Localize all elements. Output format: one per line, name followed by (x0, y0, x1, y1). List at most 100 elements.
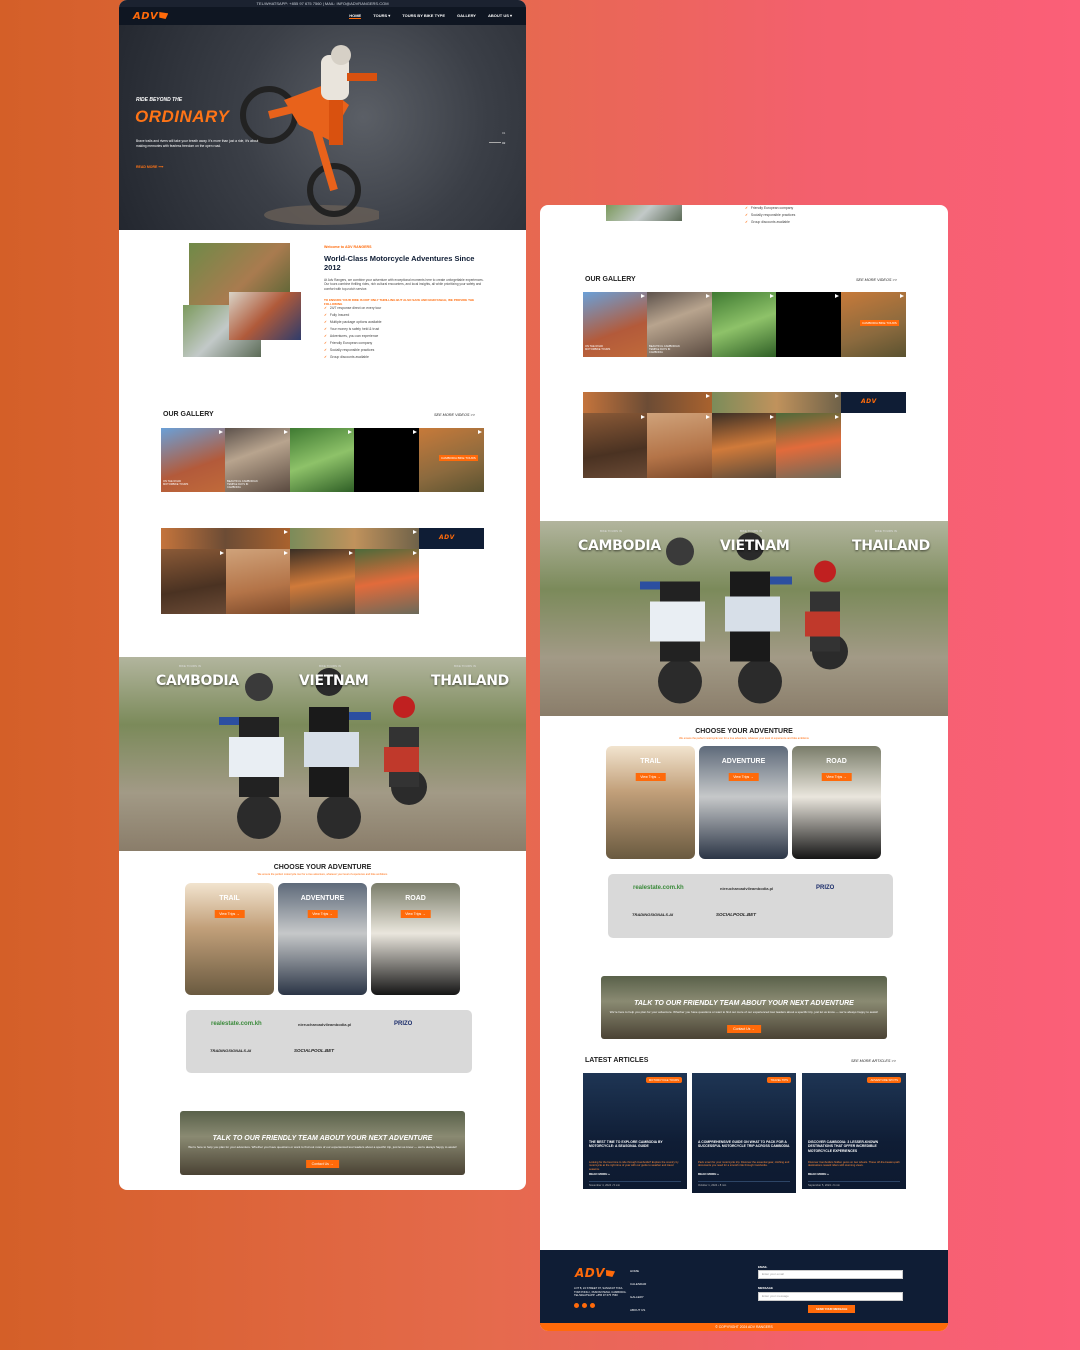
cta-title: TALK TO OUR FRIENDLY TEAM ABOUT YOUR NEX… (212, 1135, 433, 1142)
slide-divider (489, 142, 501, 143)
read-more-button[interactable]: READ MORE ⟶ (136, 165, 163, 169)
adventure-card-adventure[interactable]: ADVENTURE View Trips → (278, 883, 367, 995)
gallery-photo-tile[interactable] (583, 392, 712, 413)
check-item: ✓ Adventures, you can experience (324, 334, 379, 338)
footer-social-icons (574, 1303, 595, 1308)
footer-link-calendar[interactable]: CALENDAR (630, 1278, 646, 1291)
read-more-link[interactable]: READ MORE » (698, 1172, 719, 1176)
partner-realestate[interactable]: realestate.com.kh (211, 1021, 262, 1027)
country-vietnam[interactable]: VIETNAM (720, 538, 790, 554)
send-message-button[interactable]: SEND YOUR MESSAGE (808, 1305, 856, 1313)
play-icon (349, 551, 353, 555)
country-thailand[interactable]: THAILAND (431, 673, 509, 689)
adventure-card-trail[interactable]: TRAIL View Trips → (185, 883, 274, 995)
gallery-video-tile[interactable] (712, 292, 776, 357)
gallery-photo-tile[interactable] (226, 549, 290, 614)
nav-tours[interactable]: TOURS ▾ (373, 13, 390, 19)
email-field[interactable]: Enter your email (758, 1270, 903, 1279)
gallery-photo-tile[interactable] (290, 549, 355, 614)
message-field[interactable]: Enter your message (758, 1292, 903, 1301)
gallery-video-tile[interactable] (776, 292, 841, 357)
partner-tradingsignals[interactable]: TRADINGSIGNALS.AI (210, 1048, 251, 1053)
instagram-link[interactable]: INSTAGRAM (164, 238, 184, 242)
gallery-photo-tile[interactable] (647, 413, 712, 478)
country-cambodia[interactable]: CAMBODIA (156, 673, 239, 689)
article-card[interactable]: TRAVEL TIPS A COMPREHENSIVE GUIDE ON WHA… (692, 1073, 796, 1193)
view-trips-button[interactable]: View Trips → (307, 910, 338, 918)
view-trips-button[interactable]: View Trips → (728, 773, 759, 781)
gallery-photo-tile[interactable] (712, 413, 776, 478)
footer-link-about[interactable]: ABOUT US (630, 1304, 646, 1317)
adventure-card-road[interactable]: ROAD View Trips → (792, 746, 881, 859)
adventure-card-adventure[interactable]: ADVENTURE View Trips → (699, 746, 788, 859)
nav-about-us[interactable]: ABOUT US ▾ (488, 13, 512, 19)
adventure-subtitle: We ensure the perfect motorcycle tour fo… (679, 737, 809, 740)
facebook-icon[interactable] (574, 1303, 579, 1308)
gallery-photo-tile[interactable] (290, 528, 419, 549)
gallery-photo-tile[interactable] (161, 549, 226, 614)
see-more-articles-link[interactable]: SEE MORE ARTICLES >> (851, 1059, 896, 1063)
contact-us-button[interactable]: Contact Us → (727, 1025, 761, 1033)
gallery-photo-tile[interactable] (776, 413, 841, 478)
play-icon (284, 551, 288, 555)
youtube-icon[interactable] (590, 1303, 595, 1308)
footer-link-gallery[interactable]: GALLERY (630, 1291, 646, 1304)
view-trips-button[interactable]: View Trips → (821, 773, 852, 781)
see-more-videos-link[interactable]: SEE MORE VIDEOS >> (434, 413, 475, 417)
instagram-icon[interactable] (582, 1303, 587, 1308)
contact-us-button[interactable]: Contact Us → (305, 1160, 340, 1168)
footer-address: LOT 8, 24 STREET 97, SANGKAT TOUL TOM PO… (574, 1287, 627, 1298)
view-trips-button[interactable]: View Trips → (635, 773, 666, 781)
country-vietnam[interactable]: VIETNAM (299, 673, 369, 689)
partner-nieruchomosci[interactable]: nierucharoadvileambodia.pl (720, 886, 773, 891)
welcome-checklist-crop: ✓ Friendly European company ✓ Socially res… (745, 205, 795, 226)
article-card[interactable]: ADVENTURE SPOTS DISCOVER CAMBODIA: 3 LES… (802, 1073, 906, 1189)
youtube-link[interactable]: YOUTUBE (188, 238, 204, 242)
facebook-link[interactable]: FACEBOOK (140, 238, 159, 242)
play-icon (641, 294, 645, 298)
footer-link-home[interactable]: HOME (630, 1265, 646, 1278)
gallery-logo-tile[interactable]: ADV (841, 392, 906, 413)
hero-section: RIDE BEYOND THE ORDINARY Brave trails an… (119, 25, 526, 242)
gallery-photo-tile[interactable] (712, 392, 841, 413)
gallery-video-tile[interactable] (354, 428, 419, 492)
gallery-video-tile[interactable] (290, 428, 354, 492)
cta-title: TALK TO OUR FRIENDLY TEAM ABOUT YOUR NEX… (634, 1000, 854, 1007)
play-icon (413, 430, 417, 434)
logo[interactable]: ADV (133, 11, 169, 22)
nav-home[interactable]: HOME (349, 13, 362, 19)
gallery-photo-tile[interactable] (583, 413, 647, 478)
partner-tradingsignals[interactable]: TRADINGSIGNALS.AI (632, 912, 673, 917)
article-date: November 4, 2024 • 5 min (589, 1181, 681, 1187)
article-card[interactable]: MOTORCYCLE TOURS THE BEST TIME TO EXPLOR… (583, 1073, 687, 1189)
read-more-link[interactable]: READ MORE » (808, 1172, 829, 1176)
view-trips-button[interactable]: View Trips → (214, 910, 245, 918)
country-thailand[interactable]: THAILAND (852, 538, 930, 554)
nav-tours-by-bike-type[interactable]: TOURS BY BIKE TYPE (402, 13, 445, 19)
gallery-photo-tile[interactable] (355, 549, 419, 614)
slide-indicator-2[interactable]: 02 (502, 141, 505, 145)
partner-realestate[interactable]: realestate.com.kh (633, 885, 684, 891)
footer-logo[interactable]: ADV (575, 1266, 616, 1280)
dirt-bike-rider-photo (240, 45, 379, 225)
view-trips-button[interactable]: View Trips → (400, 910, 431, 918)
adventure-title: CHOOSE YOUR ADVENTURE (695, 728, 793, 735)
partner-nieruchomosci[interactable]: nierucharoadvileambodia.pl (298, 1022, 351, 1027)
play-icon (413, 530, 417, 534)
gallery-photo-tile[interactable] (161, 528, 290, 549)
gallery-logo-tile[interactable]: ADV (419, 528, 484, 549)
adventure-card-road[interactable]: ROAD View Trips → (371, 883, 460, 995)
country-cambodia[interactable]: CAMBODIA (578, 538, 661, 554)
see-more-videos-link[interactable]: SEE MORE VIDEOS >> (856, 278, 897, 282)
partner-prizo[interactable]: PRIZO (394, 1021, 412, 1027)
partner-prizo[interactable]: PRIZO (816, 885, 834, 891)
adventure-card-trail[interactable]: TRAIL View Trips → (606, 746, 695, 859)
partner-socialpool[interactable]: SOCIALPOOL.BET (294, 1048, 334, 1053)
country-sub: BIKE TOURS IN (319, 664, 341, 668)
nav-gallery[interactable]: GALLERY (457, 13, 476, 19)
card-label: TRAIL (219, 895, 240, 902)
check-item: ✓ Group discounts available (745, 220, 790, 224)
slide-indicator-1[interactable]: 01 (502, 131, 505, 135)
partner-socialpool[interactable]: SOCIALPOOL.BET (716, 912, 756, 917)
read-more-link[interactable]: READ MORE » (589, 1172, 610, 1176)
